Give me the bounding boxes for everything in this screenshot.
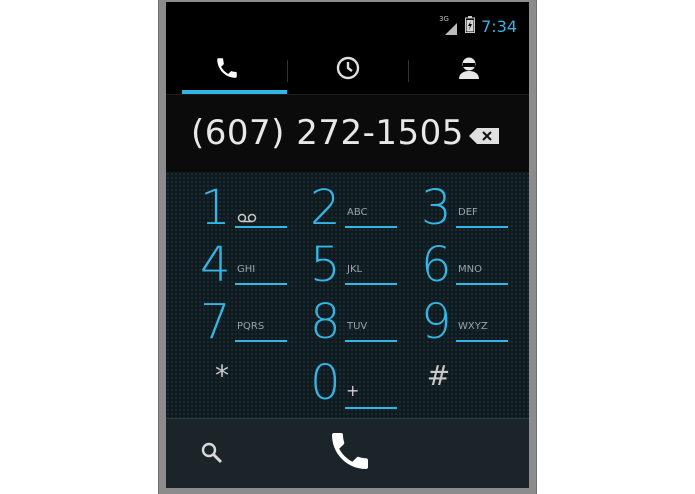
dialed-number[interactable]: (607) 272-1505 bbox=[191, 113, 464, 153]
key-digit: 0 bbox=[310, 355, 341, 411]
key-digit: 1 bbox=[200, 180, 231, 236]
key-digit: 2 bbox=[310, 180, 341, 236]
phone-icon bbox=[332, 433, 368, 469]
key-2[interactable]: 2 ABC bbox=[292, 180, 403, 237]
key-letters: JKL bbox=[347, 264, 363, 275]
status-bar: 3G 7:34 bbox=[166, 2, 529, 42]
key-hash[interactable]: # bbox=[403, 351, 514, 414]
key-underline bbox=[235, 283, 287, 285]
key-underline bbox=[235, 226, 287, 228]
key-underline bbox=[456, 226, 508, 228]
key-letters: + bbox=[346, 381, 360, 400]
key-underline bbox=[456, 283, 508, 285]
key-digit: 8 bbox=[310, 294, 341, 350]
signal-icon: 3G bbox=[439, 15, 459, 35]
tab-contacts[interactable] bbox=[408, 46, 529, 94]
key-letters: WXYZ bbox=[458, 321, 488, 332]
key-9[interactable]: 9 WXYZ bbox=[403, 294, 514, 351]
phone-frame: 3G 7:34 (607) 272-1505 1 2 ABC 3 DEF 4 G… bbox=[158, 0, 537, 494]
key-underline bbox=[235, 340, 287, 342]
key-underline bbox=[345, 226, 397, 228]
key-star[interactable]: * bbox=[182, 351, 292, 414]
key-underline bbox=[345, 340, 397, 342]
key-symbol: # bbox=[426, 359, 451, 392]
voicemail-icon bbox=[237, 208, 257, 227]
bottom-action-bar bbox=[166, 418, 529, 488]
key-5[interactable]: 5 JKL bbox=[292, 237, 403, 294]
battery-icon bbox=[465, 16, 476, 37]
key-digit: 3 bbox=[421, 180, 452, 236]
tab-call-log[interactable] bbox=[287, 46, 408, 94]
key-digit: 9 bbox=[421, 294, 452, 350]
key-letters: ABC bbox=[347, 207, 368, 218]
key-3[interactable]: 3 DEF bbox=[403, 180, 514, 237]
key-letters: GHI bbox=[237, 264, 256, 275]
call-button[interactable] bbox=[326, 427, 374, 479]
number-display: (607) 272-1505 bbox=[166, 95, 529, 172]
key-underline bbox=[456, 340, 508, 342]
key-letters: DEF bbox=[458, 207, 478, 218]
phone-screen: 3G 7:34 (607) 272-1505 1 2 ABC 3 DEF 4 G… bbox=[166, 2, 529, 488]
key-letters: PQRS bbox=[237, 321, 265, 332]
key-8[interactable]: 8 TUV bbox=[292, 294, 403, 351]
clock-icon bbox=[335, 55, 361, 85]
tab-phone[interactable] bbox=[166, 46, 287, 94]
key-underline bbox=[345, 283, 397, 285]
key-digit: 5 bbox=[310, 237, 341, 293]
key-digit: 4 bbox=[200, 237, 231, 293]
clock: 7:34 bbox=[481, 17, 517, 36]
search-icon[interactable] bbox=[200, 441, 224, 469]
phone-icon bbox=[214, 55, 240, 85]
status-icons: 3G 7:34 bbox=[439, 15, 517, 37]
key-digit: 7 bbox=[200, 294, 231, 350]
key-1[interactable]: 1 bbox=[182, 180, 292, 237]
key-letters: TUV bbox=[347, 321, 368, 332]
key-6[interactable]: 6 MNO bbox=[403, 237, 514, 294]
key-underline bbox=[345, 407, 397, 409]
key-symbol: * bbox=[215, 359, 229, 392]
tab-bar bbox=[166, 46, 529, 95]
key-digit: 6 bbox=[421, 237, 452, 293]
key-0[interactable]: 0 + bbox=[292, 351, 403, 414]
key-4[interactable]: 4 GHI bbox=[182, 237, 292, 294]
person-icon bbox=[457, 55, 481, 85]
dialpad: 1 2 ABC 3 DEF 4 GHI 5 JKL 6 MNO 7 PQRS 8… bbox=[166, 172, 529, 418]
key-7[interactable]: 7 PQRS bbox=[182, 294, 292, 351]
backspace-icon[interactable] bbox=[469, 128, 499, 148]
key-letters: MNO bbox=[458, 264, 482, 275]
